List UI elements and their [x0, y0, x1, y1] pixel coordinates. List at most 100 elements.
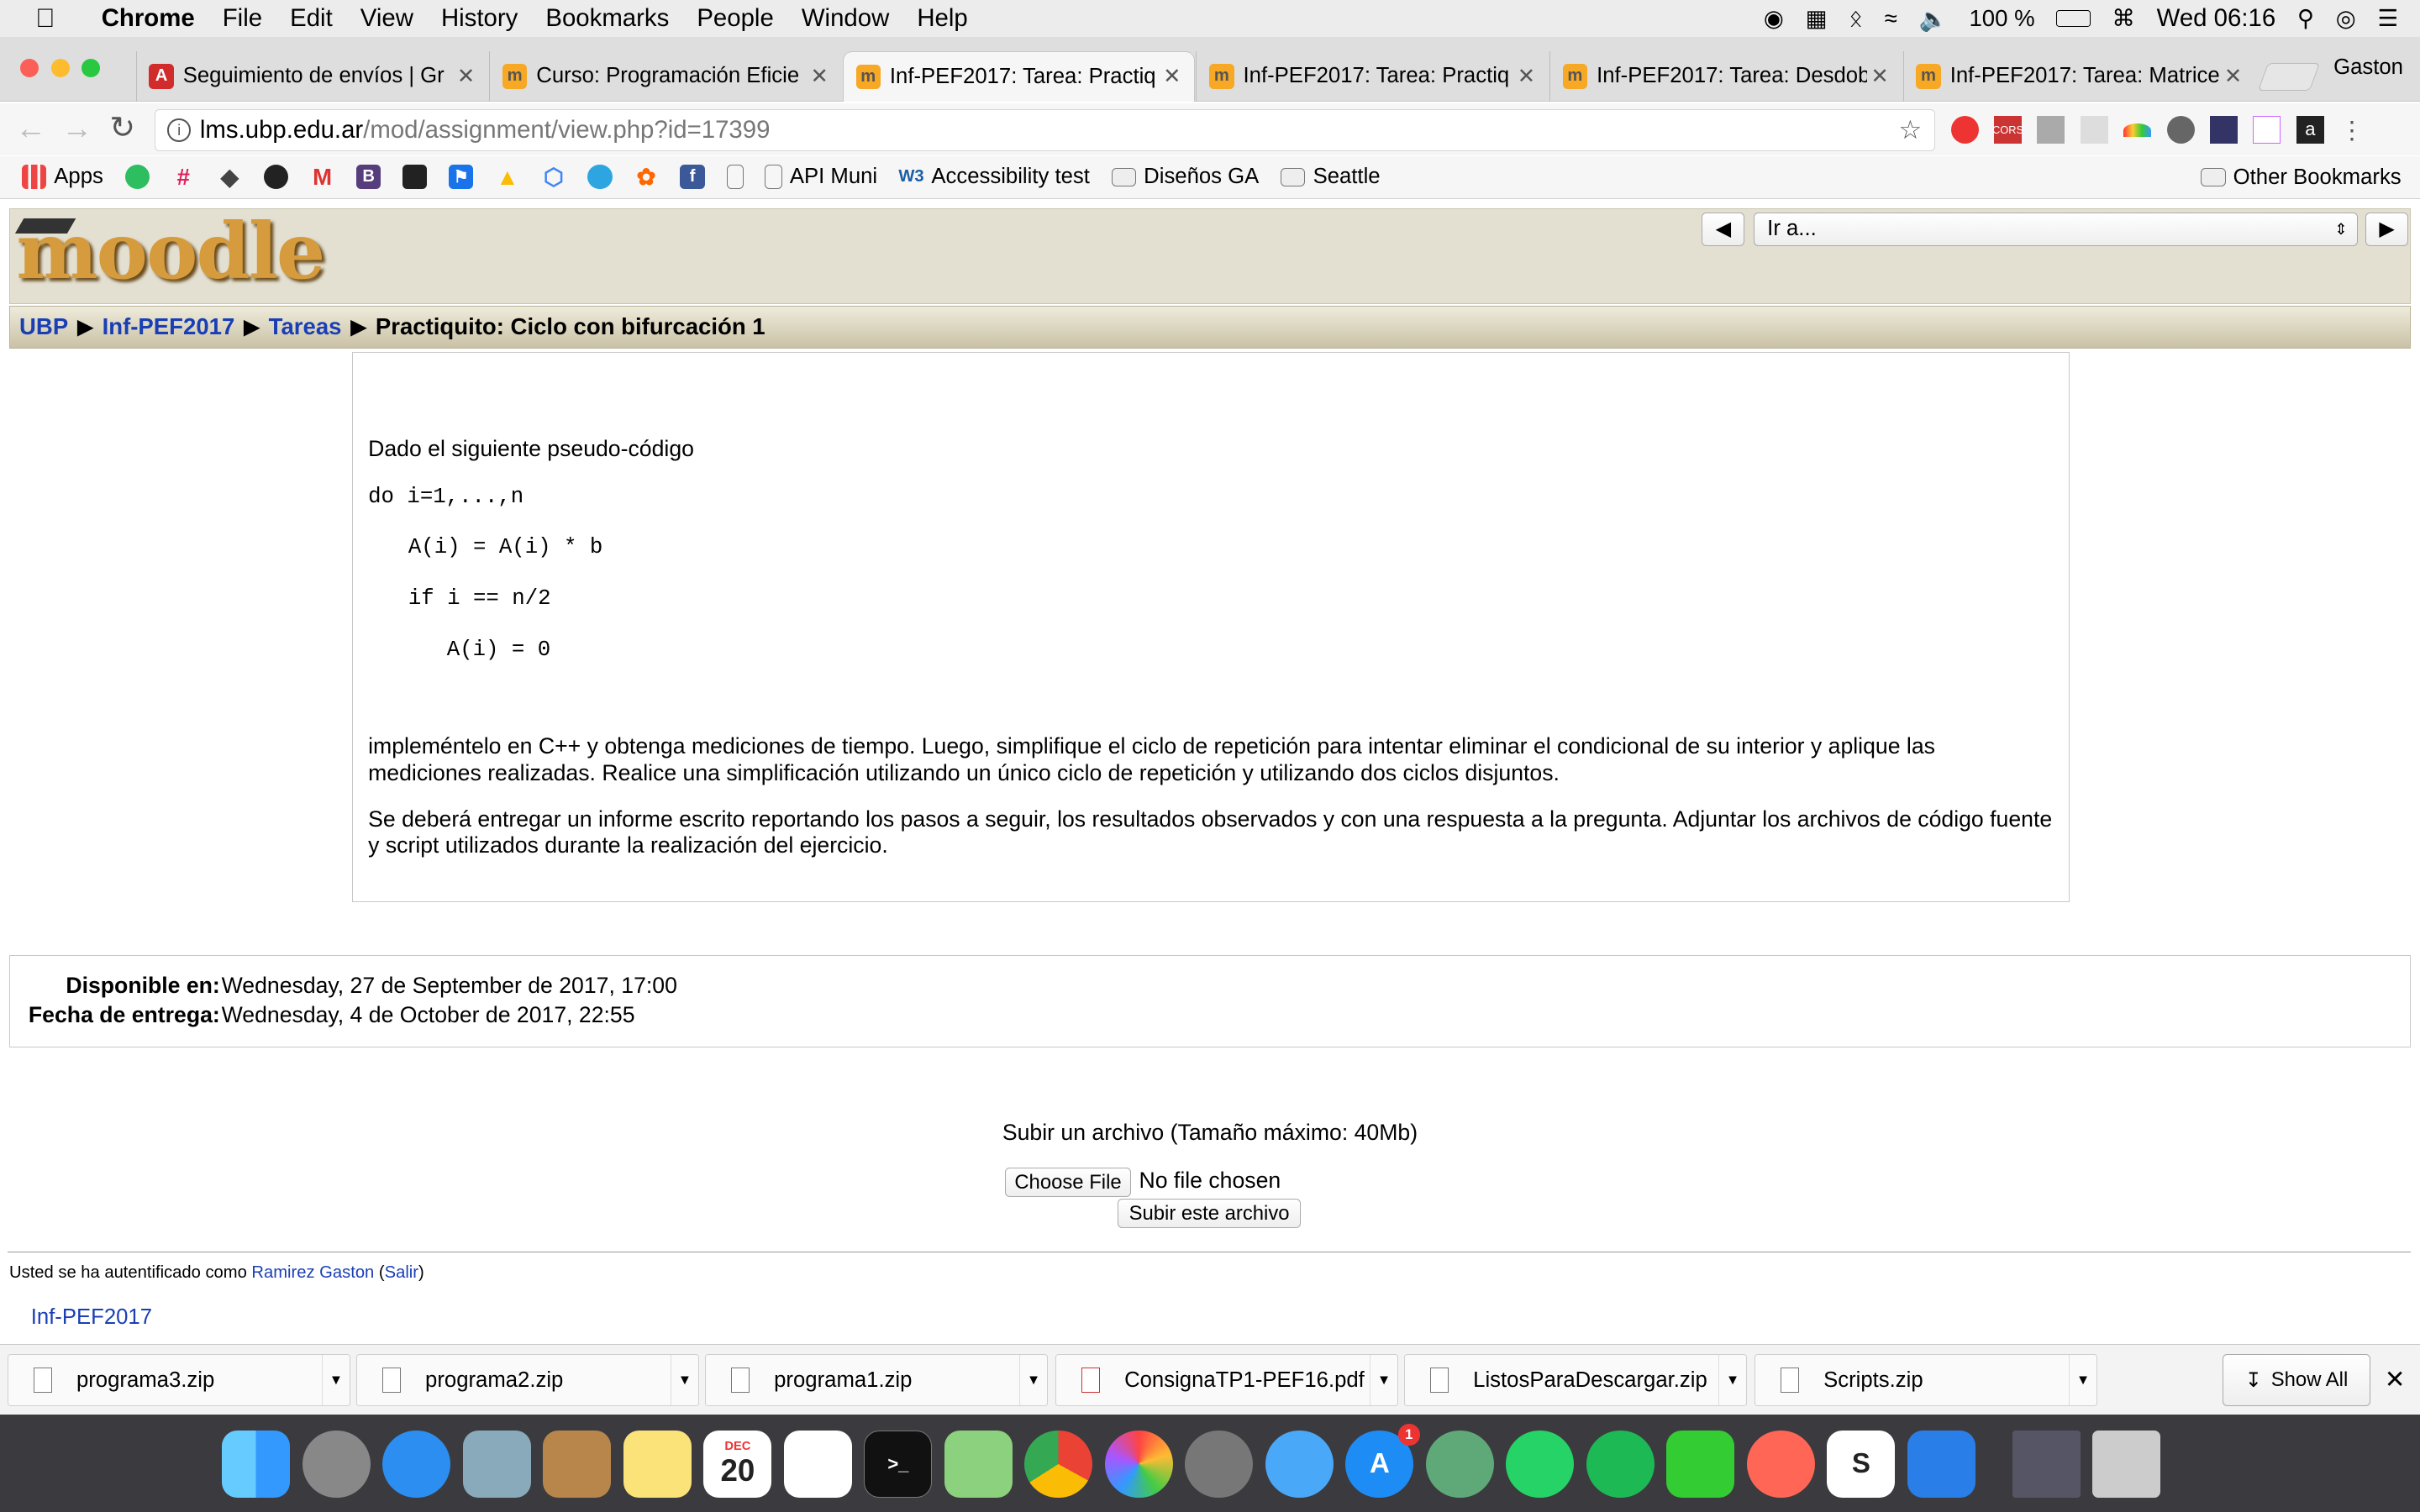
- github-icon[interactable]: [263, 165, 289, 190]
- tab-close-icon[interactable]: ✕: [454, 64, 478, 89]
- safari-icon[interactable]: [376, 1427, 457, 1501]
- minimize-window-button[interactable]: [50, 58, 70, 77]
- flexbox-icon[interactable]: [2037, 115, 2065, 144]
- app-store-icon[interactable]: A1: [1339, 1424, 1420, 1501]
- notification-center-icon[interactable]: ☰: [2378, 5, 2399, 32]
- download-menu-caret-icon[interactable]: ▼: [321, 1354, 350, 1406]
- choose-file-button[interactable]: Choose File: [1004, 1168, 1132, 1198]
- messages-icon[interactable]: [1260, 1427, 1340, 1501]
- download-menu-caret-icon[interactable]: ▼: [1718, 1354, 1746, 1406]
- menu-app-name[interactable]: Chrome: [87, 4, 208, 33]
- close-window-button[interactable]: [19, 58, 39, 77]
- menu-view[interactable]: View: [346, 4, 427, 33]
- film-strip-icon[interactable]: [402, 165, 428, 190]
- close-downloads-icon[interactable]: ✕: [2385, 1365, 2406, 1394]
- show-all-downloads-button[interactable]: ↧ Show All: [2222, 1353, 2371, 1407]
- profile-name[interactable]: Gaston: [2333, 55, 2403, 80]
- calendar-icon[interactable]: DEC 20: [697, 1427, 778, 1501]
- facebook-icon[interactable]: f: [680, 165, 705, 190]
- bookmark-folder-other[interactable]: Other Bookmarks: [2201, 165, 2402, 190]
- download-item[interactable]: programa3.zip ▼: [8, 1353, 350, 1407]
- bookmark-apps[interactable]: Apps: [21, 165, 103, 190]
- siri-icon[interactable]: ◎: [2336, 5, 2356, 32]
- xcode-icon[interactable]: [1902, 1427, 1982, 1501]
- diamond-icon[interactable]: ◆: [218, 164, 242, 190]
- apple-menu-icon[interactable]: : [22, 3, 69, 34]
- address-bar[interactable]: i lms.ubp.edu.ar/mod/assignment/view.php…: [154, 109, 1936, 151]
- paw-icon[interactable]: ✿: [634, 164, 658, 190]
- bookmark-folder-seattle[interactable]: Seattle: [1281, 165, 1381, 189]
- tab-close-icon[interactable]: ✕: [1514, 64, 1539, 89]
- menu-help[interactable]: Help: [903, 4, 981, 33]
- bookmark-star-icon[interactable]: ☆: [1899, 115, 1923, 145]
- spotify-icon[interactable]: [1581, 1427, 1661, 1501]
- itunes-icon[interactable]: [1741, 1427, 1822, 1501]
- tab-close-icon[interactable]: ✕: [1160, 64, 1184, 89]
- download-item[interactable]: programa2.zip ▼: [356, 1353, 699, 1407]
- trello-icon[interactable]: [2080, 115, 2108, 144]
- facetime-icon[interactable]: [1660, 1427, 1741, 1501]
- contacts-icon[interactable]: [537, 1427, 618, 1501]
- download-menu-caret-icon[interactable]: ▼: [1019, 1354, 1047, 1406]
- menu-history[interactable]: History: [427, 4, 531, 33]
- launchpad-icon[interactable]: [297, 1427, 377, 1501]
- breadcrumb-course[interactable]: Inf-PEF2017: [103, 313, 235, 340]
- volume-icon[interactable]: 🔈: [1918, 5, 1947, 33]
- notes-icon[interactable]: [618, 1427, 698, 1501]
- menu-file[interactable]: File: [208, 4, 276, 33]
- forward-arrow-icon[interactable]: →: [61, 111, 92, 146]
- menu-window[interactable]: Window: [787, 4, 903, 33]
- tab-seguimiento[interactable]: A Seguimiento de envíos | Gr ✕: [135, 50, 488, 102]
- battery-percent[interactable]: 100 %: [1969, 5, 2034, 32]
- telegram-icon[interactable]: [587, 165, 613, 190]
- bookmark-api-muni[interactable]: API Muni: [765, 165, 877, 190]
- tab-matrices[interactable]: m Inf-PEF2017: Tarea: Matrice ✕: [1902, 50, 2255, 102]
- cors-icon[interactable]: CORS: [1992, 115, 2023, 144]
- wifi-icon[interactable]: ≈: [1885, 5, 1897, 32]
- film-icon[interactable]: [2166, 115, 2195, 144]
- new-tab-button[interactable]: [2257, 63, 2321, 92]
- logout-link[interactable]: Salir: [385, 1263, 418, 1282]
- battery-icon[interactable]: [2056, 9, 2091, 28]
- gmail-icon[interactable]: M: [310, 164, 334, 190]
- google-drive-icon[interactable]: ▲: [495, 164, 519, 190]
- window-manager-icon[interactable]: ▦: [1806, 5, 1828, 32]
- maps-icon[interactable]: [939, 1427, 1019, 1501]
- blank-page-icon[interactable]: [726, 165, 744, 190]
- whatsapp-icon[interactable]: [124, 165, 150, 190]
- chrome-menu-icon[interactable]: ⋮: [2339, 116, 2364, 145]
- trash-icon[interactable]: [2086, 1427, 2167, 1501]
- photos-icon[interactable]: [1099, 1427, 1180, 1501]
- tab-desdob[interactable]: m Inf-PEF2017: Tarea: Desdob ✕: [1549, 50, 1902, 102]
- amazon-assistant-icon[interactable]: a: [2296, 115, 2324, 144]
- input-menu-icon[interactable]: ⌘: [2112, 5, 2135, 32]
- reminders-icon[interactable]: [778, 1427, 859, 1501]
- back-arrow-icon[interactable]: ←: [15, 111, 46, 146]
- breadcrumb-tareas[interactable]: Tareas: [269, 313, 342, 340]
- menu-people[interactable]: People: [683, 4, 788, 33]
- screenshot-thumbnail-icon[interactable]: [2007, 1427, 2087, 1501]
- tab-practiquito-2[interactable]: m Inf-PEF2017: Tarea: Practiq ✕: [1196, 50, 1548, 102]
- download-item[interactable]: ConsignaTP1-PEF16.pdf ▼: [1055, 1353, 1399, 1407]
- tab-active-practiquito[interactable]: m Inf-PEF2017: Tarea: Practiq ✕: [842, 50, 1195, 102]
- flag-icon[interactable]: ⚑: [449, 165, 474, 190]
- chrome-icon[interactable]: [1018, 1427, 1099, 1501]
- tab-curso[interactable]: m Curso: Programación Eficie ✕: [489, 50, 841, 102]
- creative-cloud-icon[interactable]: ◉: [1764, 5, 1784, 32]
- zoom-window-button[interactable]: [82, 58, 101, 77]
- opera-vpn-icon[interactable]: [1950, 115, 1979, 144]
- download-item[interactable]: Scripts.zip ▼: [1754, 1353, 2098, 1407]
- user-link[interactable]: Ramirez Gaston: [251, 1263, 374, 1282]
- mail-bird-icon[interactable]: [457, 1427, 538, 1501]
- upload-submit-button[interactable]: Subir este archivo: [1117, 1199, 1302, 1228]
- next-activity-button[interactable]: ▶: [2365, 212, 2409, 247]
- atom-icon[interactable]: [1420, 1427, 1501, 1501]
- course-footer-link[interactable]: Inf-PEF2017: [31, 1305, 152, 1330]
- bootstrap-icon[interactable]: B: [355, 165, 381, 190]
- previous-activity-button[interactable]: ◀: [1702, 212, 1745, 247]
- page-icon[interactable]: [2253, 115, 2281, 144]
- tab-close-icon[interactable]: ✕: [2221, 64, 2245, 89]
- download-item[interactable]: programa1.zip ▼: [705, 1353, 1049, 1407]
- bookmark-accessibility[interactable]: W3 Accessibility test: [898, 165, 1090, 189]
- hexagon-icon[interactable]: ⬡: [541, 164, 566, 190]
